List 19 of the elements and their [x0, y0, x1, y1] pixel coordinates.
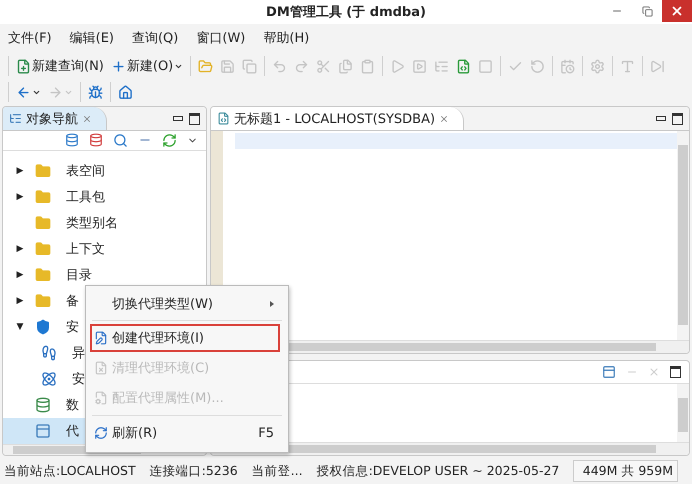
status-text: 当前站点:LOCALHOST: [4, 462, 136, 480]
tree-label: 表空间: [66, 162, 105, 180]
window-title: DM管理工具 (于 dmdba): [266, 4, 426, 21]
status-text: 授权信息:DEVELOP USER ~ 2025-05-27: [316, 462, 560, 480]
tree-label: 目录: [66, 266, 92, 284]
tree-label: 上下文: [66, 240, 105, 258]
tree-label: 安: [72, 370, 85, 388]
tree-label: 工具包: [66, 188, 105, 206]
status-text: 当前登...: [252, 462, 303, 480]
tree-label: 数: [66, 396, 79, 414]
tab-title: 无标题1 - LOCALHOST(SYSDBA): [234, 110, 436, 128]
memory-indicator: 449M 共 959M: [573, 460, 678, 482]
tab-title: 对象导航: [26, 110, 78, 128]
tree-label: 安: [66, 318, 79, 336]
status-text: 连接端口:5236: [150, 462, 238, 480]
tree-label: 备: [66, 292, 79, 310]
tree-label: 代: [66, 422, 79, 440]
tree-label: 类型别名: [66, 214, 118, 232]
tree-label: 异: [72, 344, 85, 362]
